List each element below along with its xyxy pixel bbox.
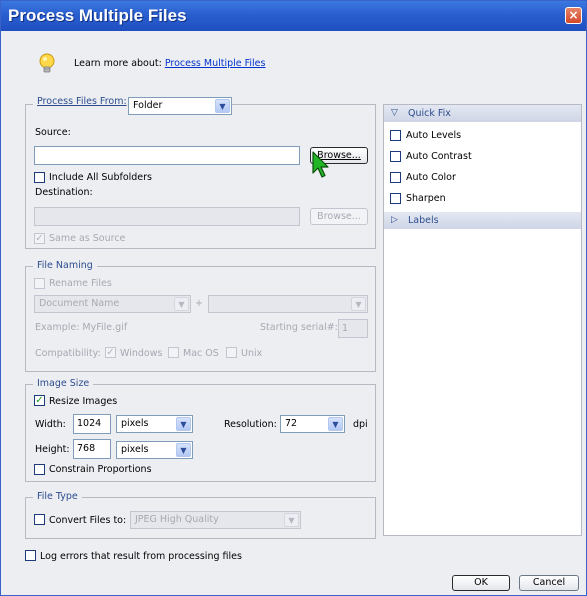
macos-checkbox[interactable] <box>168 347 179 358</box>
plus-label: + <box>195 298 203 309</box>
file-type-legend: File Type <box>33 491 82 502</box>
chevron-down-icon: ▼ <box>176 417 191 431</box>
windows-label: Windows <box>120 348 163 359</box>
chevron-down-icon: ▼ <box>176 443 191 457</box>
resolution-select[interactable]: 72 ▼ <box>280 415 345 433</box>
convert-format-value: JPEG High Quality <box>135 514 219 525</box>
sharpen-checkbox[interactable] <box>390 193 401 204</box>
resolution-label: Resolution: <box>224 419 277 430</box>
unix-checkbox[interactable] <box>226 347 237 358</box>
rename-files-label: Rename Files <box>49 278 112 289</box>
same-as-source-checkbox[interactable]: ✓ <box>34 233 45 244</box>
triangle-down-icon: ▽ <box>391 108 398 118</box>
compatibility-label: Compatibility: <box>35 348 101 359</box>
log-errors-checkbox[interactable] <box>25 550 36 561</box>
learn-more: Learn more about: Process Multiple Files <box>74 58 265 69</box>
process-from-label: Process Files From: <box>37 96 127 107</box>
ok-button[interactable]: OK <box>452 575 510 591</box>
file-naming-legend: File Naming <box>33 260 97 271</box>
labels-header[interactable]: ▷ Labels <box>384 212 581 229</box>
cancel-button[interactable]: Cancel <box>519 575 579 591</box>
auto-color-label: Auto Color <box>406 172 456 183</box>
constrain-proportions-checkbox[interactable] <box>34 464 45 475</box>
auto-contrast-checkbox[interactable] <box>390 151 401 162</box>
height-unit-value: pixels <box>121 444 149 455</box>
rename-files-checkbox[interactable] <box>34 278 45 289</box>
auto-contrast-label: Auto Contrast <box>406 151 472 162</box>
starting-serial-input[interactable]: 1 <box>338 319 368 338</box>
width-unit-select[interactable]: pixels ▼ <box>116 415 193 433</box>
source-label: Source: <box>35 127 71 138</box>
destination-input[interactable] <box>34 207 300 226</box>
chevron-down-icon: ▼ <box>351 297 366 311</box>
quick-fix-item-auto-color[interactable]: Auto Color <box>390 172 456 183</box>
constrain-proportions-label: Constrain Proportions <box>49 464 152 475</box>
width-input[interactable]: 1024 <box>73 414 111 434</box>
height-label: Height: <box>35 444 70 455</box>
convert-files-label: Convert Files to: <box>49 515 127 526</box>
learn-more-prefix: Learn more about: <box>74 58 162 69</box>
window-title: Process Multiple Files <box>8 6 187 25</box>
process-from-select[interactable]: Folder ▼ <box>128 97 232 115</box>
unix-label: Unix <box>241 348 263 359</box>
convert-format-select[interactable]: JPEG High Quality ▼ <box>130 511 301 529</box>
source-input[interactable] <box>34 146 300 165</box>
height-value: 768 <box>77 443 96 454</box>
width-value: 1024 <box>77 418 102 429</box>
height-input[interactable]: 768 <box>73 439 111 459</box>
process-multiple-files-dialog: Process Multiple Files × Learn more abou… <box>0 0 587 596</box>
same-as-source-label: Same as Source <box>49 233 126 244</box>
quick-fix-item-auto-levels[interactable]: Auto Levels <box>390 130 461 141</box>
lightbulb-icon <box>39 53 55 73</box>
example-label: Example: MyFile.gif <box>35 322 128 333</box>
quick-fix-item-sharpen[interactable]: Sharpen <box>390 193 446 204</box>
process-from-value: Folder <box>133 100 163 111</box>
process-from-legend: Process Files From: <box>33 96 133 107</box>
height-unit-select[interactable]: pixels ▼ <box>116 441 193 459</box>
chevron-down-icon: ▼ <box>284 513 299 527</box>
quick-fix-title: Quick Fix <box>408 108 451 119</box>
image-size-legend: Image Size <box>33 378 94 389</box>
resize-images-label: Resize Images <box>49 396 118 407</box>
destination-browse-label: Browse... <box>317 211 361 222</box>
close-button[interactable]: × <box>565 7 582 24</box>
learn-more-link[interactable]: Process Multiple Files <box>165 58 266 69</box>
resize-images-checkbox[interactable]: ✓ <box>34 395 45 406</box>
resolution-value: 72 <box>285 418 298 429</box>
include-subfolders-label: Include All Subfolders <box>49 172 153 183</box>
quick-fix-header[interactable]: ▽ Quick Fix <box>384 105 581 122</box>
name-format-value: Document Name <box>39 298 120 309</box>
starting-serial-label: Starting serial#: <box>260 322 338 333</box>
pointer-cursor-icon <box>312 151 329 178</box>
windows-checkbox[interactable]: ✓ <box>105 347 116 358</box>
labels-title: Labels <box>408 215 439 226</box>
quick-fix-panel: ▽ Quick Fix Auto Levels Auto Contrast Au… <box>383 104 582 536</box>
quick-fix-item-auto-contrast[interactable]: Auto Contrast <box>390 151 472 162</box>
ok-label: OK <box>474 577 488 588</box>
convert-files-checkbox[interactable] <box>34 514 45 525</box>
auto-color-checkbox[interactable] <box>390 172 401 183</box>
title-bar[interactable]: Process Multiple Files × <box>1 1 586 31</box>
cancel-label: Cancel <box>532 577 566 588</box>
auto-levels-checkbox[interactable] <box>390 130 401 141</box>
auto-levels-label: Auto Levels <box>406 130 462 141</box>
destination-label: Destination: <box>35 187 93 198</box>
width-label: Width: <box>35 419 66 430</box>
chevron-down-icon: ▼ <box>174 297 189 311</box>
second-format-select[interactable]: ▼ <box>208 295 368 313</box>
chevron-down-icon: ▼ <box>215 99 230 113</box>
close-icon: × <box>568 8 579 22</box>
destination-browse-button[interactable]: Browse... <box>310 208 368 225</box>
starting-serial-value: 1 <box>342 323 349 334</box>
macos-label: Mac OS <box>183 348 219 359</box>
log-errors-label: Log errors that result from processing f… <box>40 551 242 562</box>
width-unit-value: pixels <box>121 418 149 429</box>
triangle-right-icon: ▷ <box>391 215 398 225</box>
name-format-select[interactable]: Document Name ▼ <box>34 295 191 313</box>
chevron-down-icon: ▼ <box>328 417 343 431</box>
sharpen-label: Sharpen <box>406 193 446 204</box>
dpi-label: dpi <box>353 419 368 430</box>
include-subfolders-checkbox[interactable] <box>34 172 45 183</box>
